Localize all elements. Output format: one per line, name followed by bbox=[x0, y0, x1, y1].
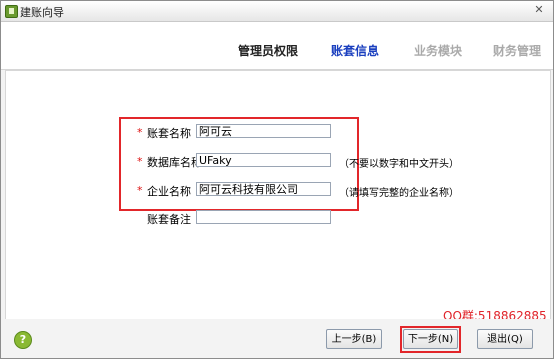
required-mark: * bbox=[137, 184, 143, 197]
close-icon[interactable]: ✕ bbox=[533, 4, 545, 16]
db-name-label: 数据库名称 bbox=[147, 156, 202, 169]
required-mark: * bbox=[137, 126, 143, 139]
wizard-window: 建账向导 ✕ 管理员权限 账套信息 业务模块 财务管理 * 账套名称 阿可云 *… bbox=[0, 0, 554, 359]
form-panel: * 账套名称 阿可云 * 数据库名称 UFaky （不要以数字和中文开头） * … bbox=[5, 70, 551, 320]
app-icon bbox=[5, 5, 18, 18]
title-bar: 建账向导 ✕ bbox=[1, 1, 553, 22]
company-name-label: 企业名称 bbox=[147, 185, 191, 198]
step-account-info: 账套信息 bbox=[331, 44, 380, 58]
window-title: 建账向导 bbox=[20, 6, 64, 19]
footer-bar bbox=[1, 319, 553, 358]
remark-input[interactable] bbox=[196, 210, 331, 224]
step-finance-management: 财务管理 bbox=[493, 44, 542, 58]
help-icon[interactable]: ? bbox=[14, 331, 32, 349]
company-name-hint: （请填写完整的企业名称） bbox=[339, 188, 459, 199]
db-name-hint: （不要以数字和中文开头） bbox=[339, 159, 459, 170]
account-name-input[interactable]: 阿可云 bbox=[196, 124, 331, 138]
account-name-label: 账套名称 bbox=[147, 127, 191, 140]
next-button[interactable]: 下一步(N) bbox=[403, 329, 458, 349]
step-admin-rights: 管理员权限 bbox=[238, 44, 299, 58]
wizard-steps: 管理员权限 账套信息 业务模块 财务管理 bbox=[1, 22, 553, 70]
db-name-input[interactable]: UFaky bbox=[196, 153, 331, 167]
remark-label: 账套备注 bbox=[147, 213, 191, 226]
required-mark: * bbox=[137, 155, 143, 168]
company-name-input[interactable]: 阿可云科技有限公司 bbox=[196, 182, 331, 196]
exit-button[interactable]: 退出(Q) bbox=[477, 329, 533, 349]
prev-button[interactable]: 上一步(B) bbox=[326, 329, 382, 349]
step-business-modules: 业务模块 bbox=[414, 44, 463, 58]
